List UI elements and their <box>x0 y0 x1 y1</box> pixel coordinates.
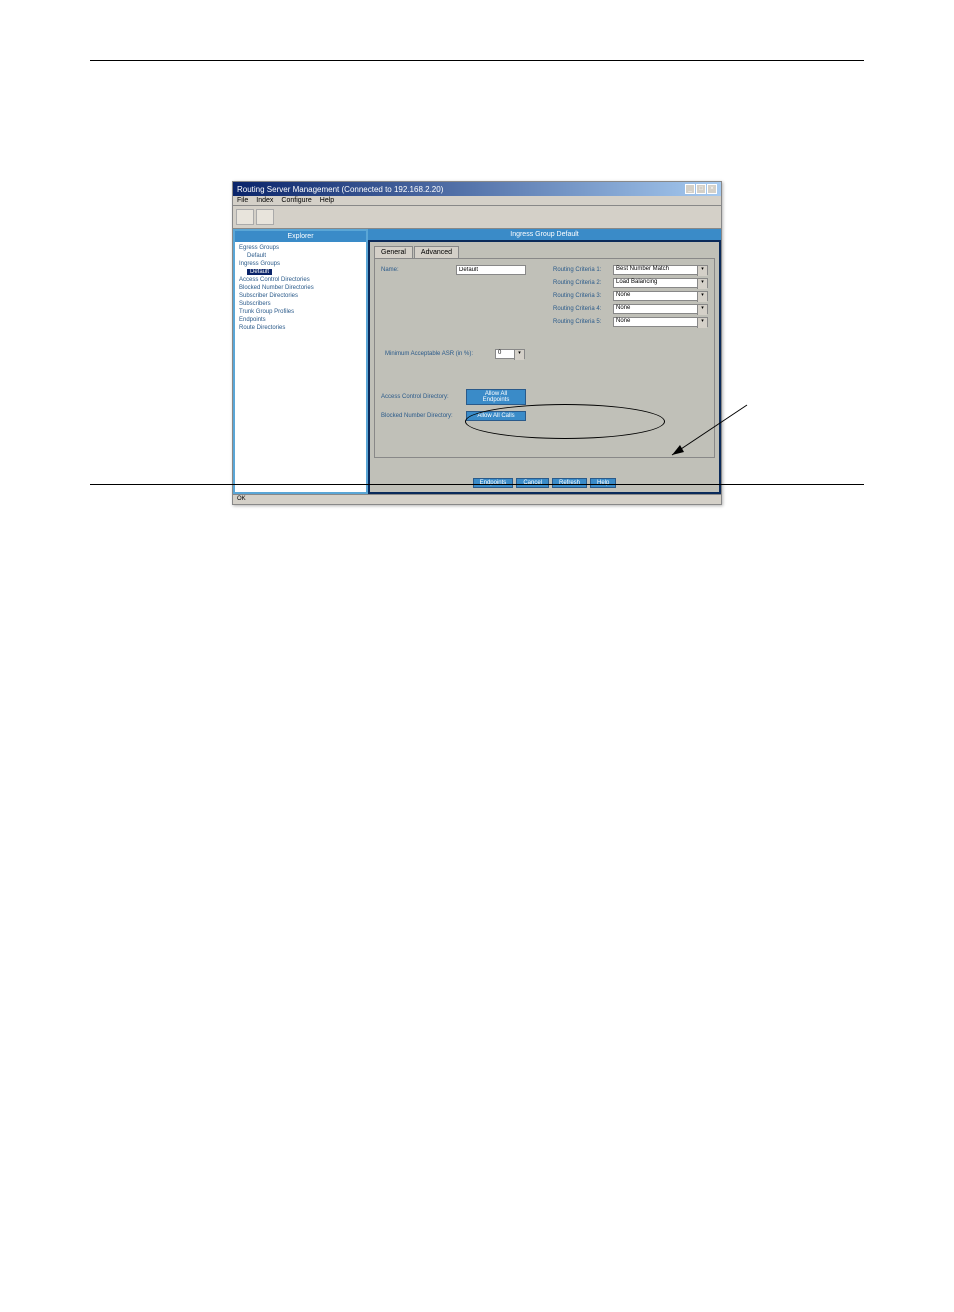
tree-item[interactable]: Endpoints <box>237 316 364 324</box>
tree-item[interactable]: Trunk Group Profiles <box>237 308 364 316</box>
blocked-dir-label: Blocked Number Directory: <box>381 413 466 419</box>
toolbar <box>233 206 721 229</box>
tab-content: Name: Routing Criteria 1: Best Number Ma… <box>374 258 715 458</box>
chevron-down-icon: ▾ <box>697 266 707 276</box>
tree-item[interactable]: Blocked Number Directories <box>237 284 364 292</box>
menu-index[interactable]: Index <box>256 197 273 204</box>
maximize-button[interactable]: □ <box>696 184 706 194</box>
tree-item[interactable]: Access Control Directories <box>237 276 364 284</box>
chevron-down-icon: ▾ <box>697 305 707 315</box>
cancel-button[interactable]: Cancel <box>516 478 549 488</box>
criteria-4-select[interactable]: None▾ <box>613 304 708 314</box>
tab-advanced[interactable]: Advanced <box>414 246 459 258</box>
tree-ingress-selected[interactable]: Default <box>237 268 364 276</box>
minimize-button[interactable]: _ <box>685 184 695 194</box>
app-window: Routing Server Management (Connected to … <box>232 181 722 505</box>
tree-item[interactable]: Subscribers <box>237 300 364 308</box>
window-controls: _ □ × <box>685 184 717 194</box>
toolbar-button-1[interactable] <box>236 209 254 225</box>
tree-item[interactable]: Route Directories <box>237 324 364 332</box>
endpoints-button[interactable]: Endpoints <box>473 478 514 488</box>
criteria-5-select[interactable]: None▾ <box>613 317 708 327</box>
tree-egress-groups[interactable]: Egress Groups <box>237 244 364 252</box>
criteria-1-select[interactable]: Best Number Match▾ <box>613 265 708 275</box>
access-dir-button[interactable]: Allow All Endpoints <box>466 389 526 405</box>
access-dir-label: Access Control Directory: <box>381 394 466 400</box>
help-button[interactable]: Help <box>590 478 616 488</box>
name-input[interactable] <box>456 265 526 275</box>
menu-help[interactable]: Help <box>320 197 334 204</box>
chevron-down-icon: ▾ <box>514 350 524 360</box>
tree-item[interactable]: Subscriber Directories <box>237 292 364 300</box>
min-accept-select[interactable]: 0▾ <box>495 349 525 359</box>
explorer-header: Explorer <box>235 231 366 242</box>
menu-bar: File Index Configure Help <box>233 196 721 206</box>
details-panel: Ingress Group Default General Advanced N… <box>368 229 721 494</box>
close-button[interactable]: × <box>707 184 717 194</box>
details-header: Ingress Group Default <box>368 229 721 240</box>
chevron-down-icon: ▾ <box>697 318 707 328</box>
criteria-5-label: Routing Criteria 5: <box>553 319 613 325</box>
criteria-4-label: Routing Criteria 4: <box>553 306 613 312</box>
menu-configure[interactable]: Configure <box>281 197 311 204</box>
tree-ingress-groups[interactable]: Ingress Groups <box>237 260 364 268</box>
status-bar: OK <box>233 494 721 504</box>
chevron-down-icon: ▾ <box>697 279 707 289</box>
criteria-2-label: Routing Criteria 2: <box>553 280 613 286</box>
blocked-dir-button[interactable]: Allow All Calls <box>466 411 526 421</box>
tree-egress-default[interactable]: Default <box>237 252 364 260</box>
name-label: Name: <box>381 267 456 273</box>
criteria-1-label: Routing Criteria 1: <box>553 267 613 273</box>
window-titlebar: Routing Server Management (Connected to … <box>233 182 721 196</box>
explorer-panel: Explorer Egress Groups Default Ingress G… <box>233 229 368 494</box>
window-title: Routing Server Management (Connected to … <box>237 185 443 194</box>
criteria-3-label: Routing Criteria 3: <box>553 293 613 299</box>
menu-file[interactable]: File <box>237 197 248 204</box>
tree-view[interactable]: Egress Groups Default Ingress Groups Def… <box>235 242 366 492</box>
min-accept-label: Minimum Acceptable ASR (in %): <box>385 351 495 357</box>
criteria-2-select[interactable]: Load Balancing▾ <box>613 278 708 288</box>
criteria-3-select[interactable]: None▾ <box>613 291 708 301</box>
chevron-down-icon: ▾ <box>697 292 707 302</box>
tab-general[interactable]: General <box>374 246 413 258</box>
toolbar-button-2[interactable] <box>256 209 274 225</box>
refresh-button[interactable]: Refresh <box>552 478 587 488</box>
